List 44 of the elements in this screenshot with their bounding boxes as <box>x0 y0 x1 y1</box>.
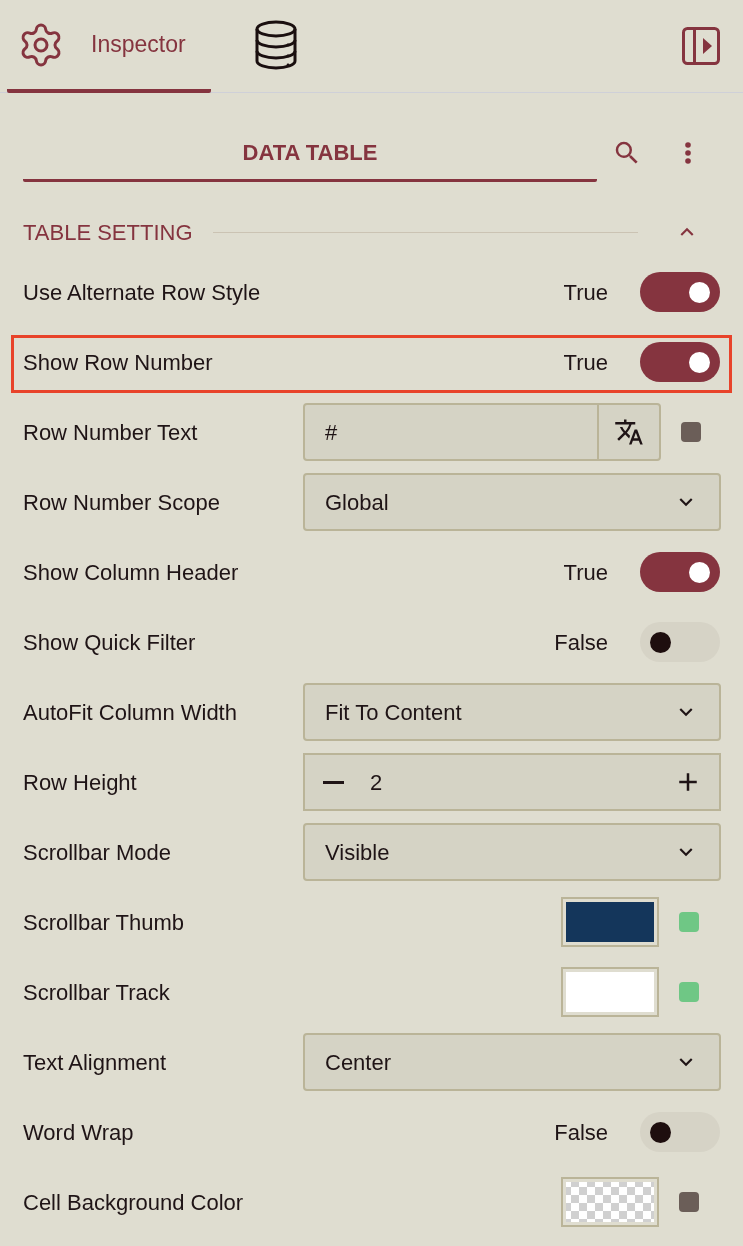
setting-label: Cell Background Color <box>23 1188 245 1217</box>
setting-label: Row Height <box>23 768 138 797</box>
tab-label: Inspector <box>91 30 186 60</box>
section-title: TABLE SETTING <box>23 218 193 247</box>
toggle-switch[interactable] <box>640 1112 720 1152</box>
setting-label: AutoFit Column Width <box>23 698 238 727</box>
dropdown[interactable]: Global <box>303 473 721 531</box>
toggle-value-text: True <box>563 348 608 377</box>
dropdown[interactable]: Center <box>303 1033 721 1091</box>
color-swatch[interactable] <box>561 967 659 1017</box>
toggle-value-text: False <box>554 1118 608 1147</box>
setting-label: Text Alignment <box>23 1048 168 1077</box>
sidebar-panel-icon <box>682 27 720 65</box>
setting-label: Show Row Number <box>23 348 214 377</box>
toggle-switch[interactable] <box>640 552 720 592</box>
database-icon <box>254 19 298 70</box>
color-swatch[interactable] <box>561 897 659 947</box>
toggle-value-text: False <box>554 628 608 657</box>
setting-label: Show Quick Filter <box>23 628 197 657</box>
inspector-tab[interactable]: Inspector <box>7 0 211 93</box>
data-table-title: DATA TABLE <box>23 138 597 182</box>
dropdown[interactable]: Visible <box>303 823 721 881</box>
panel-toggle-button[interactable] <box>682 27 720 65</box>
setting-label: Word Wrap <box>23 1118 135 1147</box>
toggle-switch[interactable] <box>640 342 720 382</box>
dropdown[interactable]: Fit To Content <box>303 683 721 741</box>
setting-label: Show Column Header <box>23 558 240 587</box>
text-field[interactable]: # <box>303 403 599 461</box>
toggle-switch[interactable] <box>640 272 720 312</box>
more-vertical-icon <box>685 142 691 164</box>
minus-icon <box>323 780 344 784</box>
translate-icon <box>614 417 644 447</box>
transparent-swatch[interactable] <box>561 1177 659 1227</box>
setting-label: Row Number Scope <box>23 488 221 517</box>
toggle-value-text: True <box>563 558 608 587</box>
setting-label: Row Number Text <box>23 418 199 447</box>
setting-label: Scrollbar Mode <box>23 838 172 867</box>
stepper-value[interactable]: 2 <box>370 765 383 799</box>
setting-label: Scrollbar Thumb <box>23 908 185 937</box>
setting-label: Scrollbar Track <box>23 978 171 1007</box>
translate-button[interactable] <box>599 403 661 461</box>
toggle-value-text: True <box>563 278 608 307</box>
setting-label: Use Alternate Row Style <box>23 278 262 307</box>
toggle-switch[interactable] <box>640 622 720 662</box>
